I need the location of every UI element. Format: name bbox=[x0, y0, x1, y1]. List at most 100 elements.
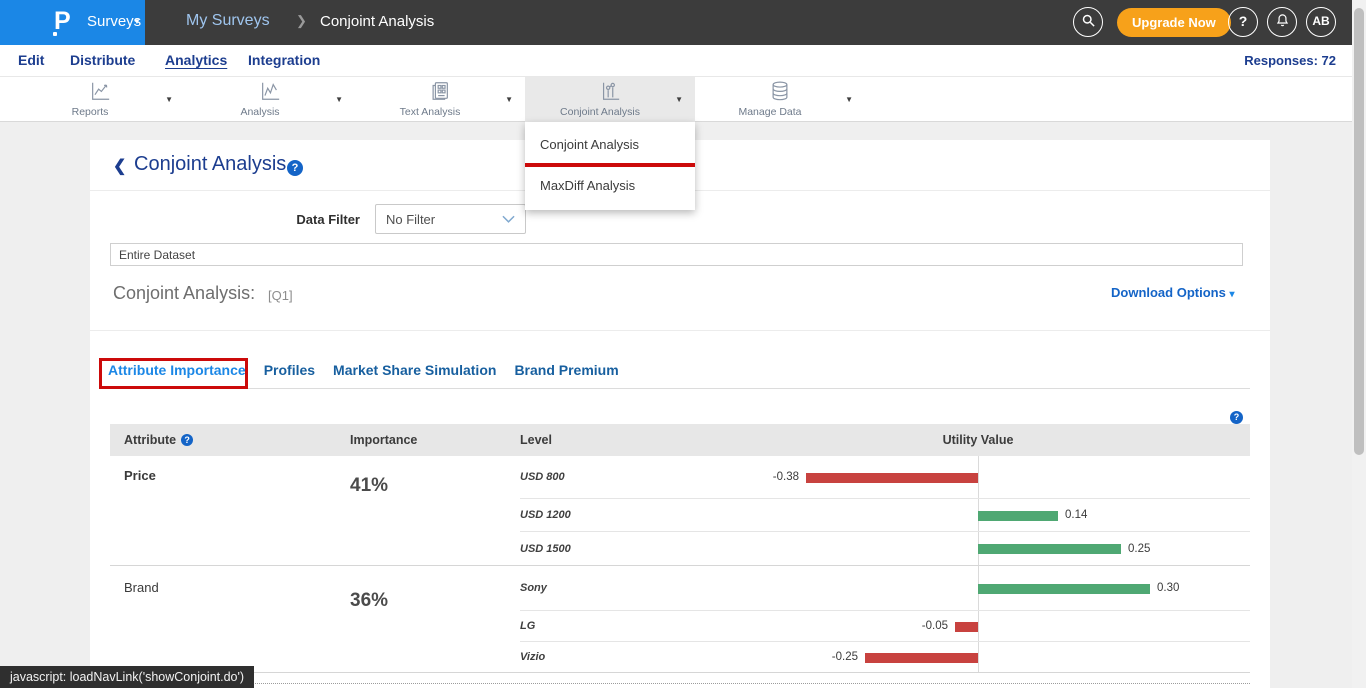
nav-item-analytics[interactable]: Analytics bbox=[165, 52, 227, 68]
tabs-underline bbox=[110, 388, 1250, 389]
tab-brand-premium[interactable]: Brand Premium bbox=[514, 362, 618, 378]
caret-down-icon[interactable]: ▼ bbox=[165, 95, 173, 104]
data-filter-select[interactable]: No Filter bbox=[375, 204, 526, 234]
tab-market-share-simulation[interactable]: Market Share Simulation bbox=[333, 362, 496, 378]
avatar[interactable]: AB bbox=[1306, 7, 1336, 37]
level-row-vizio: Vizio -0.25 bbox=[110, 642, 1250, 673]
text-analysis-icon bbox=[429, 80, 451, 102]
nav-item-distribute[interactable]: Distribute bbox=[70, 52, 135, 68]
title-help-button[interactable]: ? bbox=[287, 158, 303, 176]
upgrade-now-button[interactable]: Upgrade Now bbox=[1117, 8, 1231, 37]
col-header-attribute: Attribute? bbox=[124, 433, 193, 447]
toolbar-label-text-analysis: Text Analysis bbox=[355, 106, 505, 118]
menu-item-conjoint-analysis[interactable]: Conjoint Analysis bbox=[525, 126, 695, 163]
toolbar-analysis[interactable]: Analysis▼ bbox=[185, 77, 355, 122]
level-label: Sony bbox=[520, 566, 547, 611]
caret-down-icon[interactable]: ▼ bbox=[675, 95, 683, 104]
brand-logo-dot bbox=[53, 32, 57, 36]
download-options-link[interactable]: Download Options ▾ bbox=[1111, 285, 1234, 300]
bell-icon bbox=[1275, 13, 1290, 28]
toolbar-conjoint-analysis[interactable]: Conjoint Analysis▼ bbox=[525, 77, 695, 122]
analysis-icon bbox=[259, 80, 281, 102]
utility-bar bbox=[978, 584, 1150, 594]
result-tabs: Attribute Importance Profiles Market Share… bbox=[108, 362, 619, 378]
status-bar-link-preview: javascript: loadNavLink('showConjoint.do… bbox=[0, 666, 254, 688]
search-icon bbox=[1081, 13, 1096, 28]
section-title: Conjoint Analysis: bbox=[113, 283, 255, 304]
toolbar-label-reports: Reports bbox=[15, 106, 165, 118]
toolbar-reports[interactable]: Reports▼ bbox=[15, 77, 185, 122]
breadcrumb-current: Conjoint Analysis bbox=[320, 13, 434, 30]
help-icon: ? bbox=[1230, 411, 1243, 424]
col-header-importance: Importance bbox=[350, 433, 417, 447]
conjoint-icon bbox=[599, 80, 621, 102]
utility-value-label: -0.25 bbox=[832, 642, 858, 673]
responses-count[interactable]: Responses: 72 bbox=[1244, 53, 1336, 68]
utility-bar bbox=[865, 653, 978, 663]
level-label: USD 1200 bbox=[520, 499, 571, 532]
utility-bar bbox=[978, 544, 1121, 554]
divider bbox=[90, 330, 1270, 331]
dotted-divider bbox=[110, 683, 1250, 684]
nav-item-integration[interactable]: Integration bbox=[248, 52, 320, 68]
menu-item-maxdiff-analysis[interactable]: MaxDiff Analysis bbox=[525, 167, 695, 204]
level-label: LG bbox=[520, 611, 535, 642]
help-icon: ? bbox=[287, 160, 303, 176]
utility-bar bbox=[806, 473, 978, 483]
level-row-usd-1200: USD 1200 0.14 bbox=[110, 499, 1250, 532]
database-icon bbox=[769, 80, 791, 102]
table-header: Attribute? Importance Level Utility Valu… bbox=[110, 424, 1250, 456]
utility-value-label: 0.14 bbox=[1065, 499, 1087, 532]
caret-down-icon[interactable]: ▼ bbox=[505, 95, 513, 104]
help-icon[interactable]: ? bbox=[181, 434, 193, 446]
utility-bar bbox=[955, 622, 978, 632]
level-label: USD 800 bbox=[520, 456, 565, 499]
tab-profiles[interactable]: Profiles bbox=[264, 362, 315, 378]
page-title: Conjoint Analysis bbox=[134, 153, 286, 176]
reports-icon bbox=[89, 80, 111, 102]
col-header-level: Level bbox=[520, 433, 552, 447]
data-filter-label: Data Filter bbox=[260, 212, 360, 227]
caret-down-icon[interactable]: ▼ bbox=[335, 95, 343, 104]
app-logo[interactable]: P Surveys ▼ bbox=[0, 0, 145, 45]
table-help-button[interactable]: ? bbox=[1230, 407, 1243, 425]
scrollbar-thumb[interactable] bbox=[1354, 8, 1364, 455]
level-row-sony: Sony 0.30 bbox=[110, 566, 1250, 611]
toolbar-label-manage-data: Manage Data bbox=[695, 106, 845, 118]
conjoint-dropdown-menu: Conjoint Analysis MaxDiff Analysis bbox=[525, 122, 695, 210]
level-row-usd-800: USD 800 -0.38 bbox=[110, 456, 1250, 499]
notifications-button[interactable] bbox=[1267, 7, 1297, 37]
nav-item-edit[interactable]: Edit bbox=[18, 52, 44, 68]
level-row-usd-1500: USD 1500 0.25 bbox=[110, 532, 1250, 566]
utility-value-label: 0.30 bbox=[1157, 566, 1179, 611]
search-button[interactable] bbox=[1073, 7, 1103, 37]
caret-down-icon: ▾ bbox=[1229, 289, 1234, 300]
level-row-lg: LG-0.05 bbox=[110, 611, 1250, 642]
toolbar-text-analysis[interactable]: Text Analysis▼ bbox=[355, 77, 525, 122]
breadcrumb-separator-icon: ❯ bbox=[296, 13, 307, 29]
help-button[interactable]: ? bbox=[1228, 7, 1258, 37]
chevron-down-icon bbox=[502, 215, 515, 224]
breadcrumb-my-surveys[interactable]: My Surveys bbox=[186, 12, 270, 30]
chevron-down-icon: ▼ bbox=[133, 17, 141, 26]
tab-attribute-importance[interactable]: Attribute Importance bbox=[108, 362, 246, 378]
section-question-code: [Q1] bbox=[268, 288, 293, 303]
utility-value-label: 0.25 bbox=[1128, 532, 1150, 566]
toolbar-label-analysis: Analysis bbox=[185, 106, 335, 118]
utility-table-body: Price41%USD 800-0.38USD 12000.14USD 1500… bbox=[110, 456, 1250, 673]
col-header-utility-value: Utility Value bbox=[908, 433, 1048, 447]
toolbar-label-conjoint-analysis: Conjoint Analysis bbox=[525, 106, 675, 118]
toolbar-manage-data[interactable]: Manage Data▼ bbox=[695, 77, 865, 122]
caret-down-icon[interactable]: ▼ bbox=[845, 95, 853, 104]
data-filter-value: No Filter bbox=[386, 212, 435, 227]
topbar: P Surveys ▼ My Surveys ❯ Conjoint Analys… bbox=[0, 0, 1366, 45]
level-label: USD 1500 bbox=[520, 532, 571, 566]
download-options-label: Download Options bbox=[1111, 285, 1226, 300]
survey-nav: Edit Distribute Analytics Integration Respo… bbox=[0, 45, 1366, 77]
level-label: Vizio bbox=[520, 642, 545, 673]
analytics-toolbar: Reports▼Analysis▼Text Analysis▼Conjoint … bbox=[0, 77, 1366, 122]
utility-value-label: -0.38 bbox=[773, 456, 799, 499]
back-chevron-icon[interactable]: ❮ bbox=[113, 156, 126, 176]
dataset-field[interactable] bbox=[110, 243, 1243, 266]
scrollbar-track[interactable] bbox=[1352, 0, 1366, 688]
